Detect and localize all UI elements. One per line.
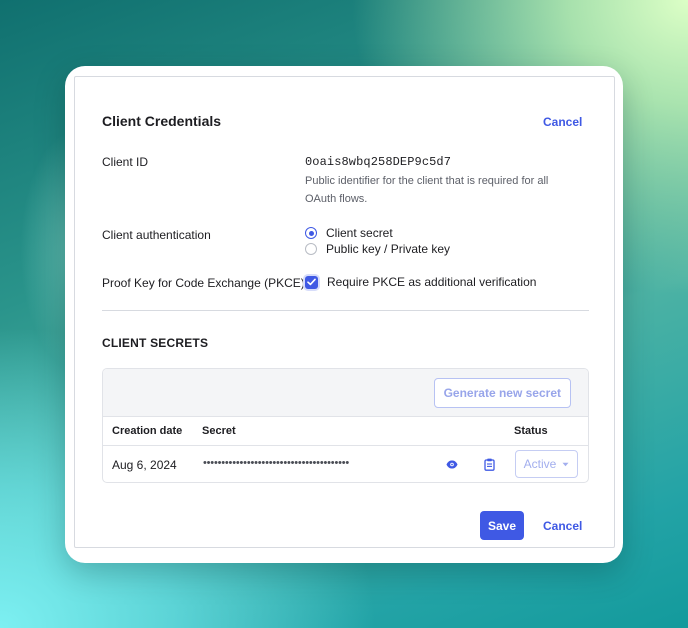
status-value: Active bbox=[523, 457, 557, 471]
client-secrets-table: Generate new secret Creation date Secret… bbox=[102, 368, 589, 483]
cancel-link-top[interactable]: Cancel bbox=[543, 115, 582, 129]
save-button[interactable]: Save bbox=[480, 511, 524, 540]
generate-new-secret-button[interactable]: Generate new secret bbox=[433, 378, 571, 408]
radio-client-secret-label: Client secret bbox=[326, 226, 393, 240]
row-secret-masked: •••••••••••••••••••••••••••••••••••••••• bbox=[203, 457, 350, 469]
column-header-status: Status bbox=[514, 425, 548, 437]
pkce-checkbox-row[interactable]: Require PKCE as additional verification bbox=[305, 275, 536, 289]
radio-public-private-key[interactable]: Public key / Private key bbox=[305, 242, 450, 256]
client-id-label: Client ID bbox=[102, 155, 149, 169]
client-secrets-title: CLIENT SECRETS bbox=[102, 336, 209, 350]
status-select[interactable]: Active bbox=[515, 450, 578, 478]
cancel-link-bottom[interactable]: Cancel bbox=[543, 519, 582, 533]
dialog-card: Client Credentials Cancel Client ID 0oai… bbox=[65, 66, 623, 563]
caret-down-icon bbox=[562, 462, 569, 466]
radio-client-secret[interactable]: Client secret bbox=[305, 226, 393, 240]
client-auth-label: Client authentication bbox=[102, 228, 211, 242]
table-row-divider bbox=[103, 445, 588, 446]
section-divider bbox=[102, 310, 589, 311]
column-header-creation-date: Creation date bbox=[112, 425, 183, 437]
pkce-label: Proof Key for Code Exchange (PKCE) bbox=[102, 276, 305, 290]
row-creation-date: Aug 6, 2024 bbox=[112, 458, 177, 472]
table-toolbar: Generate new secret bbox=[103, 369, 588, 417]
client-id-value: 0oais8wbq258DEP9c5d7 bbox=[305, 155, 452, 169]
client-credentials-panel: Client Credentials Cancel Client ID 0oai… bbox=[74, 76, 615, 548]
radio-selected-icon[interactable] bbox=[305, 227, 317, 239]
client-id-help: Public identifier for the client that is… bbox=[305, 175, 549, 205]
radio-unselected-icon[interactable] bbox=[305, 243, 317, 255]
column-header-secret: Secret bbox=[202, 425, 236, 437]
checkbox-checked-icon[interactable] bbox=[305, 275, 318, 289]
radio-public-private-key-label: Public key / Private key bbox=[326, 242, 451, 256]
clipboard-icon[interactable] bbox=[482, 457, 496, 471]
dialog-title: Client Credentials bbox=[102, 113, 222, 129]
eye-icon[interactable] bbox=[445, 457, 459, 471]
pkce-checkbox-label: Require PKCE as additional verification bbox=[327, 275, 537, 289]
